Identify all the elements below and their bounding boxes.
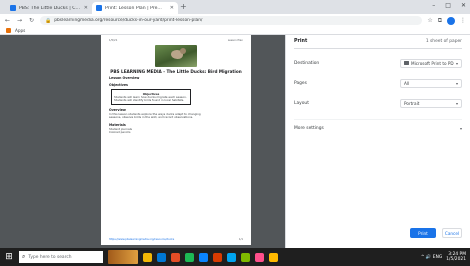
- star-icon[interactable]: ☆: [427, 17, 432, 24]
- objectives-box: Objectives Students will learn how ducks…: [111, 89, 191, 105]
- section-line: Colored pencils: [109, 130, 131, 135]
- address-bar[interactable]: 🔒 pbslearningmedia.org/resource/ducks-in…: [40, 16, 423, 25]
- page-footer-number: 1/1: [238, 238, 243, 241]
- page-footer-url: https://www.pbslearningmedia.org/resourc…: [109, 238, 175, 241]
- panel-header: Print 1 sheet of paper: [294, 35, 462, 49]
- print-settings-panel: Print 1 sheet of paper Destination Micro…: [285, 35, 470, 248]
- back-icon[interactable]: ←: [4, 17, 11, 24]
- pinned-app-icon[interactable]: [143, 252, 152, 262]
- search-icon: ⌕: [22, 253, 26, 260]
- page-subtitle: Lesson Overview: [109, 76, 140, 80]
- pages-row: Pages All ▾: [294, 77, 462, 89]
- apps-icon: [6, 28, 11, 33]
- pinned-app-icon[interactable]: [213, 252, 222, 262]
- layout-select[interactable]: Portrait ▾: [400, 98, 462, 108]
- tab-title: PBS: The Little Ducks | Clas...: [19, 5, 81, 11]
- close-window-button[interactable]: ✕: [461, 2, 466, 9]
- layout-label: Layout: [294, 100, 309, 106]
- bookmarks-bar: Apps: [0, 27, 470, 35]
- reload-icon[interactable]: ↻: [28, 17, 35, 24]
- menu-icon[interactable]: ⋮: [460, 17, 466, 24]
- pinned-app-icon[interactable]: [199, 252, 208, 262]
- print-button[interactable]: Print: [410, 228, 436, 238]
- page-footer: https://www.pbslearningmedia.org/resourc…: [109, 238, 243, 241]
- bookmark-apps[interactable]: Apps: [15, 28, 25, 33]
- url-text: pbslearningmedia.org/resource/ducks-in-o…: [54, 18, 203, 23]
- layout-row: Layout Portrait ▾: [294, 97, 462, 109]
- layout-value: Portrait: [404, 100, 420, 106]
- taskbar-wallpaper-thumb: [108, 250, 138, 264]
- panel-title: Print: [294, 39, 308, 44]
- section-heading: Objectives: [109, 83, 128, 87]
- tab-title: Print: Lesson Plan | Pre...: [105, 5, 162, 11]
- pinned-app-icon[interactable]: [171, 252, 180, 262]
- panel-buttons: Print Cancel: [410, 228, 462, 238]
- browser-tab-1[interactable]: PBS: The Little Ducks | Clas... ✕: [6, 2, 92, 14]
- pages-label: Pages: [294, 80, 307, 86]
- destination-value: Microsoft Print to PDF: [411, 60, 454, 66]
- bird-head-shape: [180, 48, 186, 54]
- section-line: seasons, observe birds in the wild, and …: [109, 115, 194, 120]
- objective-line: Students will identify birds found in lo…: [114, 97, 185, 102]
- page-header-date: 1/5/21: [109, 39, 118, 42]
- browser-toolbar: ← → ↻ 🔒 pbslearningmedia.org/resource/du…: [0, 14, 470, 27]
- close-icon[interactable]: ✕: [84, 5, 88, 11]
- chevron-down-icon: ▾: [455, 100, 458, 106]
- clock-date: 1/5/2021: [446, 257, 466, 262]
- system-tray: ^ 🔊 ENG 3:24 PM 1/5/2021: [421, 252, 466, 262]
- browser-tab-2[interactable]: Print: Lesson Plan | Pre... ✕: [92, 2, 178, 14]
- print-preview-area: 1/5/21 Lesson Plan PBS LEARNING MEDIA - …: [0, 35, 285, 248]
- taskbar-search[interactable]: ⌕ Type here to search: [19, 251, 103, 263]
- page-title: PBS LEARNING MEDIA - The Little Ducks: B…: [110, 69, 242, 74]
- pinned-app-icon[interactable]: [227, 252, 236, 262]
- lock-icon: 🔒: [45, 17, 52, 24]
- destination-row: Destination Microsoft Print to PDF ▾: [294, 57, 462, 69]
- extensions-icon[interactable]: ⧉: [438, 17, 442, 25]
- pinned-app-icon[interactable]: [241, 252, 250, 262]
- taskbar: ⊞ ⌕ Type here to search ^ 🔊 ENG 3:24 PM …: [0, 248, 470, 266]
- preview-page: 1/5/21 Lesson Plan PBS LEARNING MEDIA - …: [101, 35, 251, 245]
- more-settings-label: More settings: [294, 126, 324, 131]
- printer-icon: [404, 61, 409, 65]
- profile-avatar[interactable]: [447, 16, 455, 25]
- destination-select[interactable]: Microsoft Print to PDF ▾: [400, 58, 462, 68]
- pinned-app-icon[interactable]: [185, 252, 194, 262]
- windows-start-icon[interactable]: ⊞: [4, 252, 14, 262]
- minimize-button[interactable]: –: [432, 2, 435, 9]
- page-header: 1/5/21 Lesson Plan: [109, 39, 243, 42]
- cancel-button[interactable]: Cancel: [442, 228, 462, 238]
- maximize-button[interactable]: □: [445, 2, 451, 9]
- pinned-apps: [143, 252, 278, 262]
- window-controls: – □ ✕: [432, 2, 466, 9]
- chevron-down-icon: ▾: [459, 126, 462, 131]
- destination-label: Destination: [294, 60, 320, 66]
- sheet-count: 1 sheet of paper: [425, 39, 462, 44]
- tab-bar: PBS: The Little Ducks | Clas... ✕ Print:…: [0, 0, 470, 14]
- close-icon[interactable]: ✕: [170, 5, 174, 11]
- favicon-icon: [10, 5, 16, 11]
- chevron-down-icon: ▾: [455, 80, 458, 86]
- page-header-title: Lesson Plan: [227, 39, 243, 42]
- pages-value: All: [404, 80, 410, 86]
- search-placeholder: Type here to search: [28, 254, 72, 260]
- pinned-app-icon[interactable]: [157, 252, 166, 262]
- new-tab-button[interactable]: +: [180, 3, 187, 11]
- chevron-down-icon: ▾: [455, 60, 458, 66]
- pages-select[interactable]: All ▾: [400, 78, 462, 88]
- more-settings-toggle[interactable]: More settings ▾: [294, 119, 462, 131]
- favicon-icon: [96, 5, 102, 11]
- forward-icon[interactable]: →: [16, 17, 23, 24]
- bird-photo: [155, 45, 197, 67]
- tray-icons[interactable]: ^ 🔊 ENG: [421, 255, 442, 260]
- pinned-app-icon[interactable]: [269, 252, 278, 262]
- clock[interactable]: 3:24 PM 1/5/2021: [446, 252, 466, 262]
- pinned-app-icon[interactable]: [255, 252, 264, 262]
